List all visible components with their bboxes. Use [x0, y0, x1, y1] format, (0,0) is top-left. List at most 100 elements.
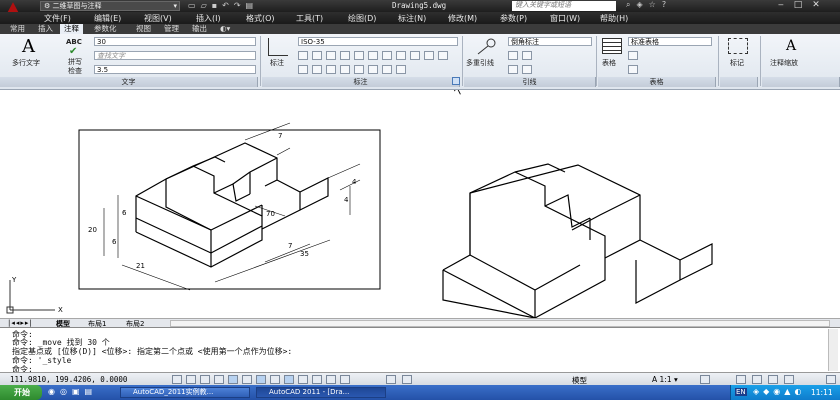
tab-manage[interactable]: 管理: [160, 24, 183, 34]
dim-break-icon[interactable]: [424, 51, 434, 60]
table-icon[interactable]: [602, 38, 622, 54]
dim-inspect-icon[interactable]: [312, 65, 322, 74]
dim-override-icon[interactable]: [382, 65, 392, 74]
dim-radius-icon[interactable]: [354, 51, 364, 60]
osnap-toggle[interactable]: [228, 375, 238, 384]
coordinates-readout[interactable]: 111.9810, 199.4206, 0.0000: [10, 375, 127, 384]
tab-options-icon[interactable]: ◐▾: [216, 24, 234, 34]
anno-scale-button[interactable]: 注释缩放: [770, 58, 798, 68]
find-text-input[interactable]: 查找文字: [94, 51, 256, 60]
menu-help[interactable]: 帮助(H): [600, 13, 628, 24]
tab-parametric[interactable]: 参数化: [90, 24, 121, 34]
dim-aligned-icon[interactable]: [312, 51, 322, 60]
maximize-icon[interactable]: □: [794, 0, 813, 10]
dim-text-angle-icon[interactable]: [368, 65, 378, 74]
dim-diameter-icon[interactable]: [368, 51, 378, 60]
dim-tolerance-icon[interactable]: [438, 51, 448, 60]
ie-icon[interactable]: ◉: [48, 387, 60, 396]
menu-parametric[interactable]: 参数(P): [500, 13, 527, 24]
tab-home[interactable]: 常用: [6, 24, 29, 34]
tray-icons[interactable]: ◈◆◉▲◐: [753, 387, 805, 396]
table-extract-icon[interactable]: [628, 51, 638, 60]
redo-icon[interactable]: ↷: [234, 1, 246, 10]
workspace-switch-icon[interactable]: [736, 375, 746, 384]
hardware-accel-icon[interactable]: [768, 375, 778, 384]
table-button[interactable]: 表格: [602, 58, 616, 68]
explorer-icon[interactable]: ▤: [85, 387, 98, 396]
annotation-visibility-icon[interactable]: [700, 375, 710, 384]
markup-button[interactable]: 标记: [730, 58, 744, 68]
dimension-icon[interactable]: [268, 38, 288, 56]
annotation-scale[interactable]: A 1:1 ▾: [652, 375, 678, 384]
tab-view[interactable]: 视图: [132, 24, 155, 34]
undo-icon[interactable]: ↶: [222, 1, 234, 10]
menu-dimension[interactable]: 标注(N): [398, 13, 426, 24]
snap-toggle[interactable]: [172, 375, 182, 384]
clean-screen-icon[interactable]: [826, 375, 836, 384]
dim-style-select[interactable]: ISO-35: [298, 37, 458, 46]
desktop-icon[interactable]: ▣: [72, 387, 85, 396]
table-link-icon[interactable]: [628, 65, 638, 74]
search-input[interactable]: 键入关键字或短语: [512, 1, 616, 11]
dim-continue-icon[interactable]: [396, 51, 406, 60]
3dosnap-toggle[interactable]: [242, 375, 252, 384]
model-space-toggle[interactable]: [386, 375, 396, 384]
tab-annotate[interactable]: 注释: [60, 24, 83, 34]
dim-linear-icon[interactable]: [298, 51, 308, 60]
text-panel-title[interactable]: 文字: [0, 77, 258, 87]
tab-output[interactable]: 输出: [188, 24, 211, 34]
multileader-icon[interactable]: [474, 37, 498, 57]
dyn-toggle[interactable]: [284, 375, 294, 384]
leader-collect-icon[interactable]: [522, 65, 532, 74]
menu-view[interactable]: 视图(V): [144, 13, 172, 24]
menu-edit[interactable]: 编辑(E): [94, 13, 121, 24]
text-height-select[interactable]: 3.5: [94, 65, 256, 74]
drawing-canvas[interactable]: 7 4 6 20 6 21 70 7 35 4 Y X: [0, 90, 840, 318]
menu-insert[interactable]: 插入(I): [196, 13, 221, 24]
table-style-select[interactable]: 标准表格: [628, 37, 712, 46]
close-icon[interactable]: ✕: [812, 0, 830, 10]
layout-quickview-icon[interactable]: [402, 375, 412, 384]
clock[interactable]: 11:11: [811, 388, 833, 397]
multileader-button[interactable]: 多重引线: [466, 58, 494, 68]
menu-file[interactable]: 文件(F): [44, 13, 71, 24]
language-indicator[interactable]: EN: [735, 388, 747, 396]
grid-toggle[interactable]: [186, 375, 196, 384]
dialog-launcher-icon[interactable]: [452, 77, 460, 85]
start-button[interactable]: 开始: [0, 385, 42, 400]
leader-add-icon[interactable]: [508, 51, 518, 60]
isolate-objects-icon[interactable]: [784, 375, 794, 384]
dimension-button[interactable]: 标注: [270, 58, 284, 68]
taskbar-item-active[interactable]: AutoCAD 2011 - [Dra...: [256, 387, 386, 398]
markup-icon[interactable]: [728, 38, 748, 54]
mtext-button[interactable]: 多行文字: [12, 58, 40, 68]
anno-scale-icon[interactable]: A: [786, 38, 796, 54]
menu-format[interactable]: 格式(O): [246, 13, 275, 24]
lock-icon[interactable]: [752, 375, 762, 384]
star-icon[interactable]: ☆: [649, 0, 662, 9]
save-icon[interactable]: ▪: [212, 1, 222, 10]
layout-nav-icons[interactable]: |◂◂▸▸|: [8, 319, 33, 327]
horizontal-scrollbar[interactable]: [170, 320, 830, 327]
dim-update-icon[interactable]: [340, 65, 350, 74]
otrack-toggle[interactable]: [256, 375, 266, 384]
transparency-toggle[interactable]: [312, 375, 322, 384]
dim-reassociate-icon[interactable]: [396, 65, 406, 74]
mtext-icon[interactable]: A: [22, 36, 35, 57]
leader-remove-icon[interactable]: [522, 51, 532, 60]
media-icon[interactable]: ◎: [60, 387, 72, 396]
tab-insert[interactable]: 插入: [34, 24, 57, 34]
subscription-icon[interactable]: ◈: [636, 0, 648, 9]
taskbar-item[interactable]: AutoCAD_2011实例教...: [120, 387, 250, 398]
table-panel-title[interactable]: 表格: [598, 77, 716, 87]
ducs-toggle[interactable]: [270, 375, 280, 384]
workspace-dropdown[interactable]: ⚙ 二维草图与注释 ▾: [40, 1, 180, 11]
new-icon[interactable]: ▭: [188, 1, 201, 10]
search-icon[interactable]: ⌕: [626, 0, 636, 9]
minimize-icon[interactable]: ‒: [778, 0, 794, 10]
print-icon[interactable]: ▤: [246, 1, 259, 10]
menu-draw[interactable]: 绘图(D): [348, 13, 376, 24]
leader-style-select[interactable]: 倒角标注: [508, 37, 592, 46]
leader-panel-title[interactable]: 引线: [464, 77, 596, 87]
leader-align-icon[interactable]: [508, 65, 518, 74]
